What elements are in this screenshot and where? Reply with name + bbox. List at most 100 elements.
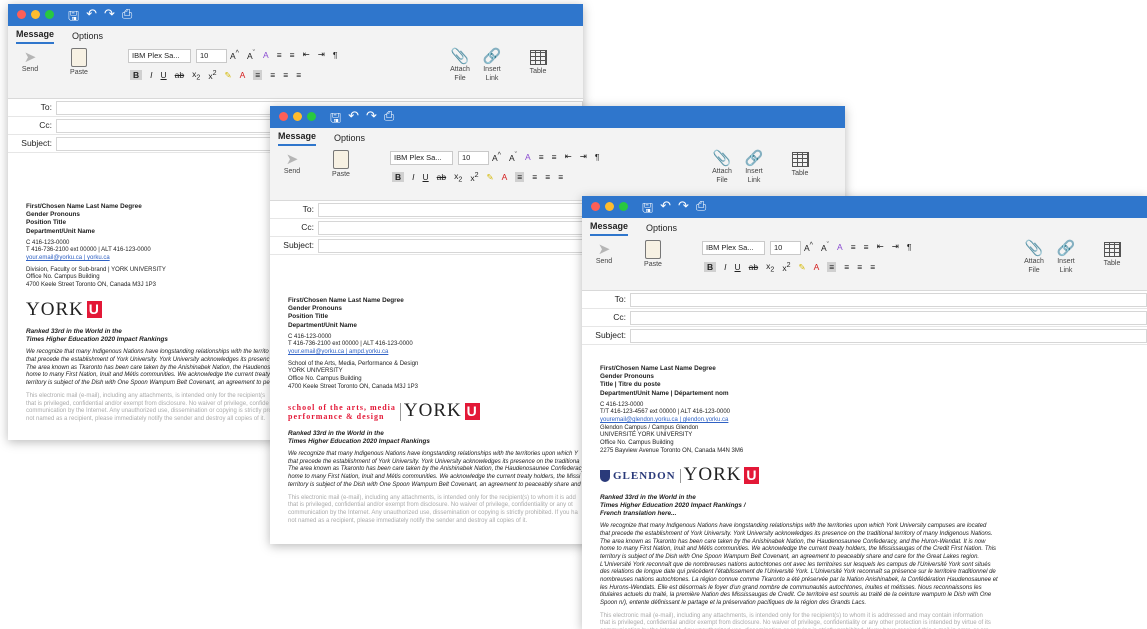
- message-body[interactable]: First/Chosen Name Last Name Degree Gender…: [582, 345, 1147, 629]
- justify-button[interactable]: ≡: [558, 172, 563, 182]
- font-size-select[interactable]: 10: [458, 151, 489, 165]
- send-button[interactable]: ➤ Send: [16, 50, 44, 74]
- underline-button[interactable]: U: [735, 262, 741, 272]
- align-left-button[interactable]: ≡: [827, 262, 837, 273]
- close-window-button[interactable]: [279, 112, 288, 121]
- paste-button[interactable]: Paste: [326, 150, 356, 178]
- send-button[interactable]: ➤ Send: [590, 242, 618, 266]
- zoom-window-button[interactable]: [619, 202, 628, 211]
- align-center-button[interactable]: ≡: [270, 70, 275, 80]
- close-window-button[interactable]: [17, 10, 26, 19]
- tab-message[interactable]: Message: [16, 29, 55, 44]
- font-family-select[interactable]: IBM Plex Sa...: [128, 49, 191, 63]
- grow-font-button[interactable]: A^: [804, 241, 813, 253]
- align-right-button[interactable]: ≡: [857, 262, 862, 272]
- outdent-icon[interactable]: ⇥: [580, 151, 587, 162]
- paste-button[interactable]: Paste: [64, 48, 94, 76]
- attach-file-button[interactable]: 📎 Attach File: [708, 150, 736, 185]
- minimize-window-button[interactable]: [293, 112, 302, 121]
- underline-button[interactable]: U: [423, 172, 429, 182]
- align-right-button[interactable]: ≡: [283, 70, 288, 80]
- outdent-icon[interactable]: ⇥: [318, 49, 325, 60]
- numbering-icon[interactable]: ≡: [864, 242, 869, 252]
- save-icon[interactable]: 🖫: [68, 7, 79, 29]
- undo-icon[interactable]: ↶: [660, 199, 671, 221]
- insert-link-button[interactable]: 🔗 Insert Link: [740, 150, 768, 185]
- tab-options[interactable]: Options: [646, 223, 677, 236]
- tab-message[interactable]: Message: [278, 131, 317, 146]
- align-left-button[interactable]: ≡: [515, 172, 525, 183]
- bullets-icon[interactable]: ≡: [851, 242, 856, 252]
- attach-file-button[interactable]: 📎 Attach File: [1020, 240, 1048, 275]
- bullets-icon[interactable]: ≡: [277, 50, 282, 60]
- font-family-select[interactable]: IBM Plex Sa...: [702, 241, 765, 255]
- undo-icon[interactable]: ↶: [348, 109, 359, 131]
- bullets-icon[interactable]: ≡: [539, 152, 544, 162]
- shrink-font-button[interactable]: Aˇ: [509, 151, 517, 163]
- send-button[interactable]: ➤ Send: [278, 152, 306, 176]
- shrink-font-button[interactable]: Aˇ: [821, 241, 829, 253]
- indent-icon[interactable]: ⇤: [877, 241, 884, 252]
- close-window-button[interactable]: [591, 202, 600, 211]
- font-size-select[interactable]: 10: [196, 49, 227, 63]
- save-icon[interactable]: 🖫: [642, 199, 653, 221]
- font-color-icon[interactable]: A: [240, 70, 246, 80]
- table-button[interactable]: Table: [524, 50, 552, 75]
- redo-icon[interactable]: ↷: [366, 109, 377, 131]
- subscript-button[interactable]: x2: [192, 69, 200, 82]
- zoom-window-button[interactable]: [307, 112, 316, 121]
- highlight-icon[interactable]: ✎: [487, 172, 494, 183]
- justify-button[interactable]: ≡: [870, 262, 875, 272]
- minimize-window-button[interactable]: [605, 202, 614, 211]
- tab-options[interactable]: Options: [72, 31, 103, 44]
- undo-icon[interactable]: ↶: [86, 7, 97, 29]
- highlight-icon[interactable]: ✎: [225, 70, 232, 81]
- print-icon[interactable]: ⎙: [696, 199, 706, 221]
- text-effects-icon[interactable]: A: [525, 152, 531, 162]
- shrink-font-button[interactable]: Aˇ: [247, 49, 255, 61]
- subject-field[interactable]: [630, 329, 1147, 343]
- pilcrow-icon[interactable]: ¶: [907, 242, 912, 252]
- text-effects-icon[interactable]: A: [263, 50, 269, 60]
- font-size-select[interactable]: 10: [770, 241, 801, 255]
- subscript-button[interactable]: x2: [454, 171, 462, 184]
- save-icon[interactable]: 🖫: [330, 109, 341, 131]
- attach-file-button[interactable]: 📎 Attach File: [446, 48, 474, 83]
- print-icon[interactable]: ⎙: [384, 109, 394, 131]
- redo-icon[interactable]: ↷: [678, 199, 689, 221]
- align-left-button[interactable]: ≡: [253, 70, 263, 81]
- signature-line[interactable]: youremail@glendon.yorku.ca | glendon.yor…: [600, 417, 1129, 425]
- font-color-icon[interactable]: A: [502, 172, 508, 182]
- table-button[interactable]: Table: [786, 152, 814, 177]
- paste-button[interactable]: Paste: [638, 240, 668, 268]
- italic-button[interactable]: I: [412, 172, 414, 182]
- pilcrow-icon[interactable]: ¶: [595, 152, 600, 162]
- zoom-window-button[interactable]: [45, 10, 54, 19]
- insert-link-button[interactable]: 🔗 Insert Link: [478, 48, 506, 83]
- font-color-icon[interactable]: A: [814, 262, 820, 272]
- to-field[interactable]: [630, 293, 1147, 307]
- strikethrough-button[interactable]: ab: [749, 262, 758, 272]
- tab-message[interactable]: Message: [590, 221, 629, 236]
- superscript-button[interactable]: x2: [208, 69, 216, 81]
- strikethrough-button[interactable]: ab: [175, 70, 184, 80]
- justify-button[interactable]: ≡: [296, 70, 301, 80]
- italic-button[interactable]: I: [150, 70, 152, 80]
- print-icon[interactable]: ⎙: [122, 7, 132, 29]
- tab-options[interactable]: Options: [334, 133, 365, 146]
- bold-button[interactable]: B: [130, 70, 143, 81]
- table-button[interactable]: Table: [1098, 242, 1126, 267]
- highlight-icon[interactable]: ✎: [799, 262, 806, 273]
- align-center-button[interactable]: ≡: [844, 262, 849, 272]
- strikethrough-button[interactable]: ab: [437, 172, 446, 182]
- minimize-window-button[interactable]: [31, 10, 40, 19]
- font-family-select[interactable]: IBM Plex Sa...: [390, 151, 453, 165]
- pilcrow-icon[interactable]: ¶: [333, 50, 338, 60]
- subscript-button[interactable]: x2: [766, 261, 774, 274]
- indent-icon[interactable]: ⇤: [303, 49, 310, 60]
- underline-button[interactable]: U: [161, 70, 167, 80]
- grow-font-button[interactable]: A^: [230, 49, 239, 61]
- align-right-button[interactable]: ≡: [545, 172, 550, 182]
- numbering-icon[interactable]: ≡: [552, 152, 557, 162]
- indent-icon[interactable]: ⇤: [565, 151, 572, 162]
